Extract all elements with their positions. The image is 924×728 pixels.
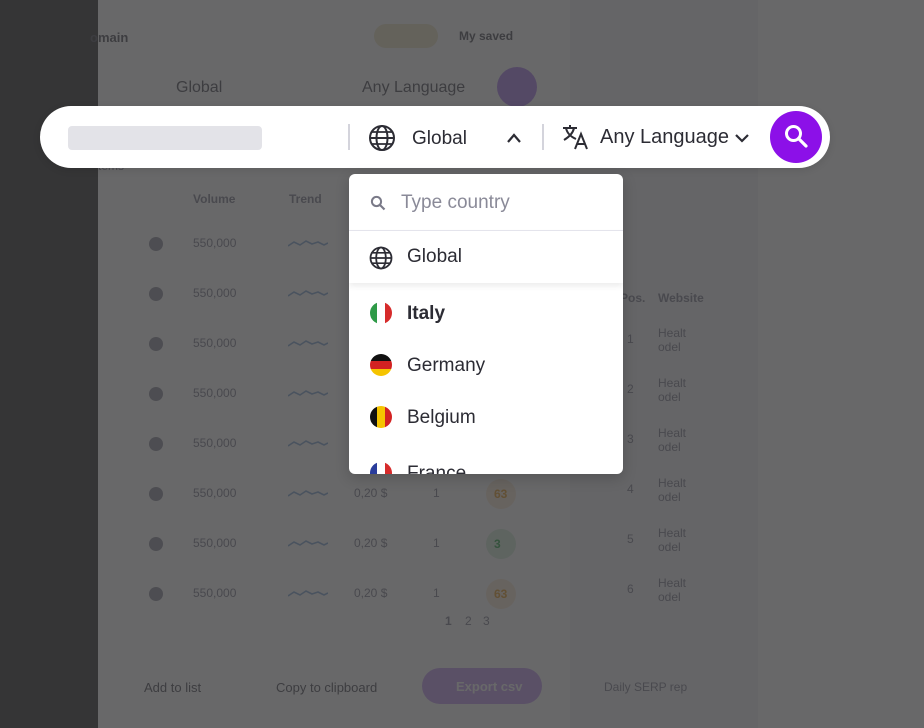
globe-icon xyxy=(369,125,395,151)
italy-flag-icon xyxy=(370,302,392,324)
country-dropdown: Global Italy Germany Belgium France xyxy=(349,174,623,474)
search-icon xyxy=(370,195,386,211)
chevron-up-icon xyxy=(507,133,521,143)
country-select[interactable]: Global xyxy=(364,118,536,158)
divider xyxy=(542,124,544,150)
dropdown-item-label: France xyxy=(407,463,467,474)
translate-icon xyxy=(563,125,588,150)
germany-flag-icon xyxy=(370,354,392,376)
dropdown-item-global[interactable]: Global xyxy=(349,231,623,283)
chevron-down-icon xyxy=(735,134,749,143)
dropdown-item-label: Global xyxy=(407,246,462,267)
dropdown-item-label: Belgium xyxy=(407,407,476,428)
belgium-flag-icon xyxy=(370,406,392,428)
search-icon xyxy=(785,124,808,148)
language-select-label: Any Language xyxy=(600,126,730,148)
dropdown-item-belgium[interactable]: Belgium xyxy=(349,392,623,444)
dropdown-item-label: Germany xyxy=(407,355,486,376)
country-search xyxy=(349,174,623,231)
dropdown-item-france[interactable]: France xyxy=(349,448,623,474)
globe-icon xyxy=(369,246,393,270)
dropdown-item-label: Italy xyxy=(407,303,446,324)
keyword-input[interactable] xyxy=(68,126,262,150)
country-search-input[interactable] xyxy=(399,190,603,216)
dropdown-item-italy[interactable]: Italy xyxy=(349,287,623,339)
divider xyxy=(348,124,350,150)
country-select-label: Global xyxy=(412,128,467,149)
france-flag-icon xyxy=(370,462,392,474)
language-select[interactable]: Any Language xyxy=(558,118,758,158)
dropdown-item-germany[interactable]: Germany xyxy=(349,340,623,392)
search-button[interactable] xyxy=(770,111,822,163)
